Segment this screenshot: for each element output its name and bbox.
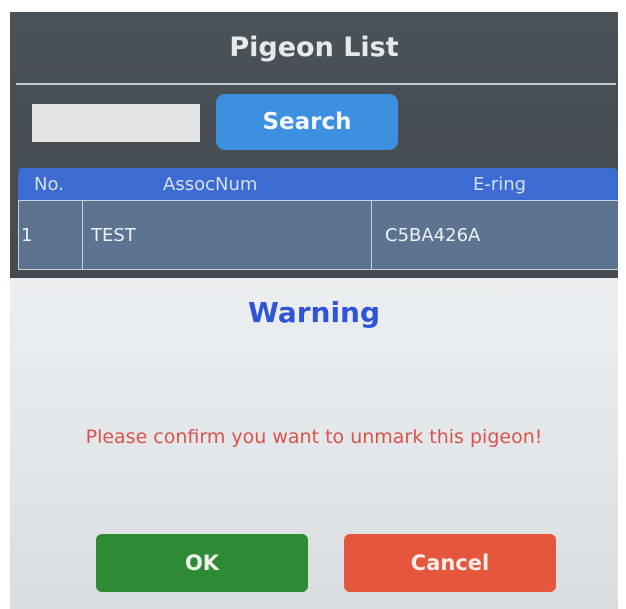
device-screen: Pigeon List Search No. AssocNum E-ring 1…: [10, 12, 618, 609]
cancel-button[interactable]: Cancel: [344, 534, 556, 592]
search-input[interactable]: [32, 104, 200, 142]
column-header-no: No.: [34, 173, 64, 195]
cell-no: 1: [21, 224, 33, 246]
dialog-message: Please confirm you want to unmark this p…: [85, 426, 543, 448]
table-row[interactable]: 1 TEST C5BA426A: [18, 200, 618, 270]
cell-divider: [82, 201, 83, 269]
dialog-title: Warning: [247, 296, 381, 329]
column-header-ering: E-ring: [473, 173, 527, 195]
cell-divider: [371, 201, 372, 269]
ok-button[interactable]: OK: [96, 534, 308, 592]
title-divider: [16, 83, 616, 85]
column-header-assocnum: AssocNum: [163, 173, 258, 195]
search-button[interactable]: Search: [216, 94, 398, 150]
table-header: No. AssocNum E-ring: [18, 168, 618, 200]
page-title: Pigeon List: [229, 31, 399, 63]
cell-assocnum: TEST: [91, 224, 136, 246]
cell-ering: C5BA426A: [385, 224, 481, 246]
warning-dialog: Warning Please confirm you want to unmar…: [10, 278, 618, 609]
